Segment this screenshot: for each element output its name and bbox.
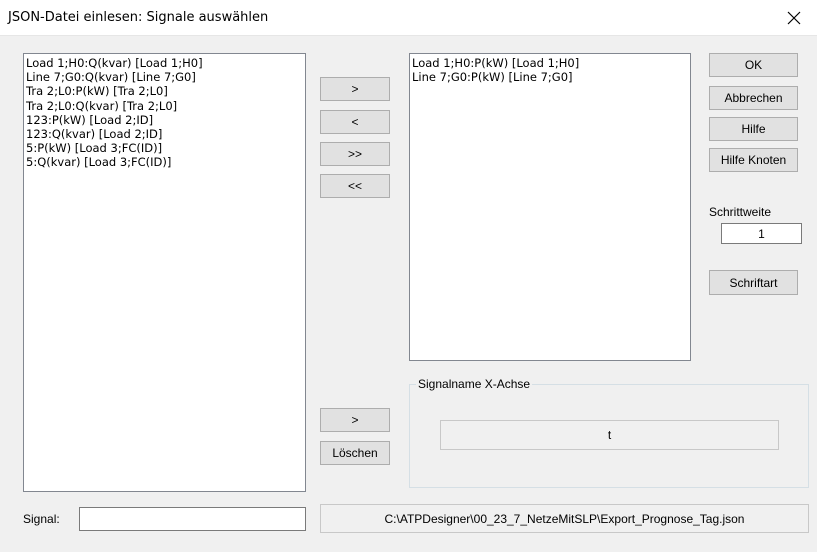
signal-input[interactable] (79, 507, 306, 531)
selected-signals-list[interactable]: Load 1;H0:P(kW) [Load 1;H0] Line 7;G0:P(… (409, 53, 691, 361)
title-bar: JSON-Datei einlesen: Signale auswählen (0, 0, 817, 36)
list-item[interactable]: Load 1;H0:Q(kvar) [Load 1;H0] (24, 56, 305, 70)
help-nodes-button[interactable]: Hilfe Knoten (709, 148, 798, 172)
remove-signal-button[interactable]: < (320, 110, 390, 134)
file-path-display: C:\ATPDesigner\00_23_7_NetzeMitSLP\Expor… (320, 504, 809, 533)
remove-all-signals-button[interactable]: << (320, 174, 390, 198)
cancel-button[interactable]: Abbrechen (709, 86, 798, 110)
list-item[interactable]: 123:Q(kvar) [Load 2;ID] (24, 127, 305, 141)
window-title: JSON-Datei einlesen: Signale auswählen (8, 10, 269, 25)
step-input[interactable]: 1 (721, 223, 802, 244)
font-button[interactable]: Schriftart (709, 270, 798, 295)
list-item[interactable]: Tra 2;L0:Q(kvar) [Tra 2;L0] (24, 99, 305, 113)
list-item[interactable]: 5:P(kW) [Load 3;FC(ID)] (24, 141, 305, 155)
x-axis-signal-value: t (607, 428, 612, 442)
list-item[interactable]: Tra 2;L0:P(kW) [Tra 2;L0] (24, 84, 305, 98)
file-path-text: C:\ATPDesigner\00_23_7_NetzeMitSLP\Expor… (384, 511, 745, 526)
delete-x-axis-button[interactable]: Löschen (320, 441, 390, 465)
available-signals-list[interactable]: Load 1;H0:Q(kvar) [Load 1;H0] Line 7;G0:… (23, 53, 306, 492)
ok-button[interactable]: OK (709, 53, 798, 77)
signal-label: Signal: (23, 512, 60, 526)
list-item[interactable]: 5:Q(kvar) [Load 3;FC(ID)] (24, 155, 305, 169)
close-icon (787, 11, 801, 25)
add-all-signals-button[interactable]: >> (320, 142, 390, 166)
list-item[interactable]: Load 1;H0:P(kW) [Load 1;H0] (410, 56, 690, 70)
x-axis-groupbox: Signalname X-Achse t (409, 377, 809, 488)
step-label: Schrittweite (709, 205, 772, 219)
step-value: 1 (758, 226, 765, 241)
x-axis-signal-field: t (440, 420, 779, 450)
list-item[interactable]: Line 7;G0:P(kW) [Line 7;G0] (410, 70, 690, 84)
list-item[interactable]: 123:P(kW) [Load 2;ID] (24, 113, 305, 127)
list-item[interactable]: Line 7;G0:Q(kvar) [Line 7;G0] (24, 70, 305, 84)
set-x-axis-button[interactable]: > (320, 408, 390, 432)
help-button[interactable]: Hilfe (709, 117, 798, 141)
close-button[interactable] (771, 0, 817, 36)
add-signal-button[interactable]: > (320, 77, 390, 101)
x-axis-legend: Signalname X-Achse (416, 377, 533, 391)
